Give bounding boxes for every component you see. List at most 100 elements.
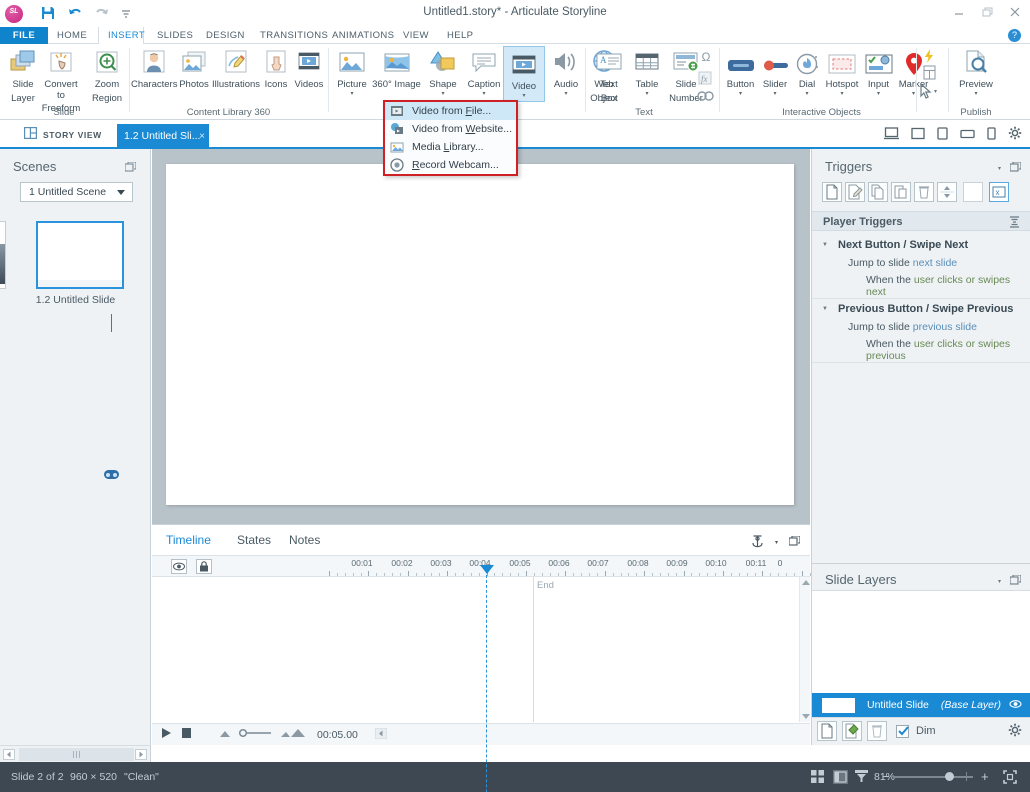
slide-view-button[interactable] <box>833 770 848 787</box>
stop-button[interactable] <box>181 727 192 742</box>
edit-trigger-button[interactable] <box>845 182 865 202</box>
tab-slides[interactable]: SLIDES <box>148 27 195 44</box>
device-tablet-landscape-icon[interactable] <box>960 127 975 143</box>
scroll-thumb[interactable] <box>19 748 134 761</box>
symbol-icon[interactable]: Ω <box>696 50 716 64</box>
trigger-color-button[interactable] <box>963 182 983 202</box>
ribbon-360-image-button[interactable]: 360° Image <box>372 47 421 91</box>
dial-caret-icon[interactable]: ▾ <box>792 91 822 98</box>
zoom-in-button[interactable]: + <box>981 769 989 784</box>
timeline-track-area[interactable]: End <box>152 577 810 722</box>
layers-dock-icon[interactable] <box>1009 574 1022 588</box>
scene-selector[interactable]: 1 Untitled Scene <box>20 182 133 202</box>
new-layer-button[interactable] <box>817 721 837 741</box>
duplicate-layer-button[interactable] <box>842 721 862 741</box>
chevron-down-icon[interactable] <box>117 190 125 195</box>
tab-file[interactable]: FILE <box>0 27 48 44</box>
trigger-next-condition[interactable]: When the user clicks or swipes next <box>866 274 1030 298</box>
close-icon[interactable]: × <box>199 124 205 149</box>
tab-animations[interactable]: ANIMATIONS <box>323 27 394 44</box>
fit-to-window-button[interactable] <box>1003 770 1017 787</box>
timeline-playhead[interactable] <box>480 565 494 792</box>
tab-transitions[interactable]: TRANSITIONS <box>251 27 328 44</box>
paste-trigger-button[interactable] <box>891 182 911 202</box>
ribbon-convert-freeform-button[interactable]: Convert to Freeform <box>40 47 82 115</box>
slide-tab[interactable]: 1.2 Untitled Sli... × <box>117 124 209 149</box>
zoom-out-timeline-button[interactable] <box>218 728 232 741</box>
caption-caret-icon[interactable]: ▾ <box>463 91 505 98</box>
timeline-scrollbar[interactable] <box>799 577 810 722</box>
device-desktop-icon[interactable] <box>884 126 899 143</box>
tab-notes[interactable]: Notes <box>289 533 320 547</box>
dim-checkbox[interactable] <box>896 724 909 738</box>
zoom-slider-knob[interactable] <box>945 772 954 781</box>
help-icon[interactable]: ? <box>1008 29 1021 42</box>
hotspot-caret-icon[interactable]: ▾ <box>820 91 864 98</box>
minimize-button[interactable] <box>952 5 966 19</box>
input-caret-icon[interactable]: ▾ <box>862 91 895 98</box>
new-trigger-button[interactable] <box>822 182 842 202</box>
slider-caret-icon[interactable]: ▾ <box>757 91 793 98</box>
reference-icon[interactable] <box>696 88 716 107</box>
picture-caret-icon[interactable]: ▾ <box>331 91 373 98</box>
scenes-horizontal-scrollbar[interactable] <box>0 745 151 762</box>
copy-trigger-button[interactable] <box>868 182 888 202</box>
scroll-down-icon[interactable] <box>802 714 810 719</box>
timeline-menu-caret-icon[interactable]: ▾ <box>775 539 778 546</box>
ribbon-picture-button[interactable]: Picture ▾ <box>331 47 373 98</box>
scene-link-badge-icon[interactable] <box>104 470 119 479</box>
menu-item-record-webcam[interactable]: Record Webcam... <box>385 156 516 174</box>
ribbon-slider-button[interactable]: Slider ▾ <box>757 47 793 98</box>
slide-layers-list[interactable]: Untitled Slide (Base Layer) <box>812 590 1030 718</box>
device-monitor-icon[interactable] <box>911 127 925 143</box>
tab-home[interactable]: HOME <box>48 27 96 44</box>
menu-item-media-library[interactable]: Media Library... <box>385 138 516 156</box>
variable-icon[interactable] <box>920 65 938 84</box>
zoom-slider[interactable] <box>893 776 973 778</box>
play-button[interactable] <box>161 727 172 742</box>
ribbon-icons-button[interactable]: Icons <box>260 47 292 91</box>
ribbon-preview-button[interactable]: Preview ▾ <box>953 47 999 98</box>
video-caret-icon[interactable]: ▾ <box>504 93 544 100</box>
ribbon-video-button[interactable]: Video ▾ <box>503 46 545 102</box>
player-settings-gear-icon[interactable] <box>1008 126 1022 143</box>
timeline-scroll-left-icon[interactable] <box>374 727 388 742</box>
tab-view[interactable]: VIEW <box>394 27 434 44</box>
trigger-wizard-button[interactable]: x <box>989 182 1009 202</box>
ribbon-shape-button[interactable]: Shape ▾ <box>422 47 464 98</box>
triggers-menu-caret-icon[interactable]: ▾ <box>998 165 1001 172</box>
scenes-dock-icon[interactable] <box>124 161 137 172</box>
scroll-right-icon[interactable] <box>135 749 147 760</box>
ribbon-caption-button[interactable]: Caption ▾ <box>463 47 505 98</box>
ribbon-text-box-button[interactable]: A Text Box <box>588 47 630 104</box>
story-view-tab[interactable]: STORY VIEW <box>24 127 102 142</box>
layer-properties-gear-icon[interactable] <box>1008 723 1022 740</box>
timeline-zoom-slider[interactable] <box>238 728 272 741</box>
adjacent-slide-thumbnail[interactable] <box>0 221 6 289</box>
layer-visibility-icon[interactable] <box>1009 699 1022 712</box>
zoom-out-button[interactable]: − <box>882 769 890 784</box>
tab-timeline[interactable]: Timeline <box>166 533 211 547</box>
trigger-previous-condition[interactable]: When the user clicks or swipes previous <box>866 338 1030 362</box>
tab-design[interactable]: DESIGN <box>197 27 249 44</box>
delete-layer-button[interactable] <box>867 721 887 741</box>
scroll-left-icon[interactable] <box>3 749 15 760</box>
timeline-dock-icon[interactable] <box>788 535 801 549</box>
timeline-anchor-icon[interactable] <box>751 534 764 551</box>
ribbon-photos-button[interactable]: Photos <box>176 47 212 91</box>
menu-item-video-from-file[interactable]: Video from File... <box>385 102 516 120</box>
preview-caret-icon[interactable]: ▾ <box>953 91 999 98</box>
slide-canvas[interactable] <box>166 164 794 505</box>
ribbon-audio-button[interactable]: Audio ▾ <box>545 47 587 98</box>
ribbon-characters-button[interactable]: Characters <box>131 47 177 91</box>
device-phone-icon[interactable] <box>987 126 996 143</box>
form-view-button[interactable] <box>855 770 868 787</box>
move-trigger-button[interactable] <box>937 182 957 202</box>
shape-caret-icon[interactable]: ▾ <box>422 91 464 98</box>
scroll-up-icon[interactable] <box>802 580 810 585</box>
button-caret-icon[interactable]: ▾ <box>722 91 759 98</box>
equation-icon[interactable]: fx <box>696 70 716 89</box>
ribbon-dial-button[interactable]: Dial ▾ <box>792 47 822 98</box>
slide-canvas-area[interactable] <box>152 149 810 524</box>
ribbon-videos-button[interactable]: Videos <box>291 47 327 91</box>
